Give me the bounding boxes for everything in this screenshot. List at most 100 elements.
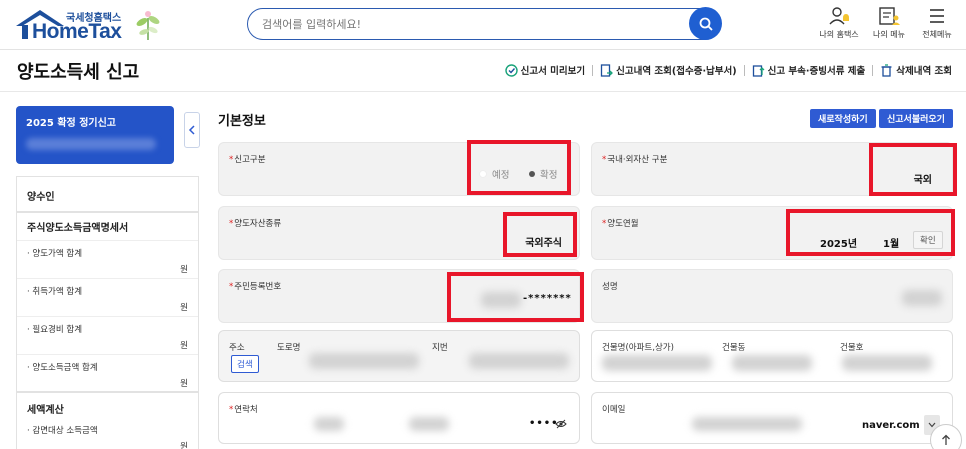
load-report-button[interactable]: 신고서불러오기 (879, 109, 953, 128)
season-label: 2025 확정 정기신고 (26, 118, 116, 129)
hamburger-icon (930, 9, 944, 23)
deleted-link-label: 삭제내역 조회 (896, 66, 952, 77)
name-label: 성명 (602, 282, 618, 292)
search-bar[interactable] (247, 7, 722, 40)
list-item[interactable]: · 필요경비 합계 원 (17, 316, 198, 354)
contact-label: *연락처 (229, 405, 258, 415)
preview-link-label: 신고서 미리보기 (520, 66, 586, 77)
building-dong-label: 건물동 (722, 343, 746, 353)
highlight-box (869, 143, 957, 196)
my-menu[interactable]: 나의 메뉴 (864, 6, 914, 46)
arrow-up-icon (942, 434, 950, 445)
attach-link[interactable]: 신고 부속·증빙서류 제출 (752, 63, 866, 77)
stock-statement-section: 주식양도소득금액명세서 · 양도가액 합계 원 · 취득가액 합계 원 · 필요… (16, 212, 199, 392)
section-title: 기본정보 (218, 114, 266, 129)
highlight-box (503, 212, 577, 257)
transfer-date-label: *양도연월 (602, 219, 639, 229)
blurred-lot-address (469, 353, 569, 369)
list-item-label: · 감면대상 소득금액 (27, 426, 98, 436)
tax-calc-section: 세액계산 · 감면대상 소득금액 원 (16, 392, 199, 449)
domestic-foreign-label: *국내·외자산 구분 (602, 155, 668, 165)
email-domain-value[interactable]: naver.com (862, 420, 920, 431)
report-type-label: *신고구분 (229, 155, 266, 165)
all-menu[interactable]: 전체메뉴 (912, 6, 962, 46)
history-doc-icon (600, 63, 614, 77)
my-menu-label: 나의 메뉴 (873, 30, 905, 39)
new-write-button[interactable]: 새로작성하기 (810, 109, 876, 128)
collapse-panel-button[interactable] (184, 112, 200, 148)
title-divider (0, 91, 966, 92)
stock-statement-title: 주식양도소득금액명세서 (27, 223, 129, 234)
name-field: 성명 (591, 269, 953, 323)
my-hometax-menu[interactable]: 나의 홈택스 (814, 6, 864, 46)
list-item[interactable]: · 취득가액 합계 원 (17, 278, 198, 316)
preview-check-icon (504, 63, 518, 77)
transferee-section[interactable]: 양수인 (16, 176, 199, 212)
contact-field: *연락처 •••• (218, 392, 580, 444)
lot-address-label: 지번 (432, 343, 448, 353)
search-input[interactable] (262, 15, 682, 33)
asset-type-label: *양도자산종류 (229, 219, 282, 229)
blurred-building-ho (842, 355, 932, 371)
list-item-label: · 취득가액 합계 (27, 287, 83, 297)
list-item-unit: 원 (180, 442, 188, 449)
document-user-icon (879, 7, 900, 25)
page-title: 양도소득세 신고 (17, 62, 140, 83)
list-item-unit: 원 (180, 341, 188, 351)
hometax-logo[interactable]: 국세청홈택스 HomeTax (14, 6, 164, 44)
attach-link-label: 신고 부속·증빙서류 제출 (767, 66, 866, 77)
email-label: 이메일 (602, 405, 626, 415)
scroll-top-button[interactable] (930, 424, 962, 449)
highlight-box (467, 140, 571, 195)
top-header: 국세청홈택스 HomeTax 나의 홈택스 (0, 0, 966, 50)
address-field: 주소 도로명 지번 검색 (218, 330, 580, 382)
list-item-label: · 양도가액 합계 (27, 249, 83, 259)
blurred-contact-1 (314, 417, 344, 431)
address-label: 주소 (229, 343, 245, 353)
eye-hidden-icon[interactable] (555, 419, 567, 429)
building-ho-label: 건물호 (840, 343, 864, 353)
logo-title: HomeTax (32, 20, 122, 43)
all-menu-label: 전체메뉴 (922, 30, 952, 39)
blurred-road-address (309, 353, 419, 369)
building-name-label: 건물명(아파트,상가) (602, 343, 674, 353)
list-item-unit: 원 (180, 265, 188, 275)
highlight-box (786, 209, 955, 256)
list-item-unit: 원 (180, 379, 188, 389)
link-separator (592, 64, 594, 76)
my-hometax-label: 나의 홈택스 (819, 30, 859, 39)
building-field: 건물명(아파트,상가) 건물동 건물호 (591, 330, 953, 382)
trash-icon (881, 63, 892, 77)
address-search-button[interactable]: 검색 (231, 355, 259, 373)
list-item[interactable]: · 양도가액 합계 원 (17, 240, 198, 278)
highlight-box (447, 272, 584, 322)
leaf-decoration-icon (136, 11, 160, 40)
blurred-email-id (692, 417, 802, 431)
top-links: 신고서 미리보기 신고내역 조회(접수증·납부서) 신고 부속·증빙서류 제출 … (504, 61, 952, 79)
link-separator (872, 64, 874, 76)
blurred-contact-2 (409, 417, 449, 431)
tax-calc-title: 세액계산 (27, 405, 64, 416)
blurred-user-info (26, 138, 156, 150)
search-button[interactable] (689, 7, 722, 40)
list-item-unit: 원 (180, 303, 188, 313)
blurred-name (902, 290, 942, 306)
chevron-left-icon (188, 125, 195, 135)
list-item[interactable]: · 양도소득금액 합계 원 (17, 354, 198, 392)
list-item-label: · 양도소득금액 합계 (27, 363, 98, 373)
preview-link[interactable]: 신고서 미리보기 (504, 63, 586, 77)
link-separator (743, 64, 745, 76)
email-field: 이메일 naver.com (591, 392, 953, 444)
upload-doc-icon (752, 64, 765, 77)
list-item-label: · 필요경비 합계 (27, 325, 83, 335)
blurred-building-name (602, 355, 712, 371)
user-bell-icon (829, 7, 849, 25)
history-link-label: 신고내역 조회(접수증·납부서) (616, 66, 737, 77)
road-address-label: 도로명 (277, 343, 301, 353)
search-icon (699, 17, 713, 31)
season-card[interactable]: 2025 확정 정기신고 (16, 106, 174, 164)
deleted-link[interactable]: 삭제내역 조회 (880, 63, 952, 77)
left-panel: 2025 확정 정기신고 양수인 주식양도소득금액명세서 · 양도가액 합계 원… (16, 106, 200, 449)
history-link[interactable]: 신고내역 조회(접수증·납부서) (600, 63, 737, 77)
list-item[interactable]: · 감면대상 소득금액 원 (17, 422, 198, 449)
